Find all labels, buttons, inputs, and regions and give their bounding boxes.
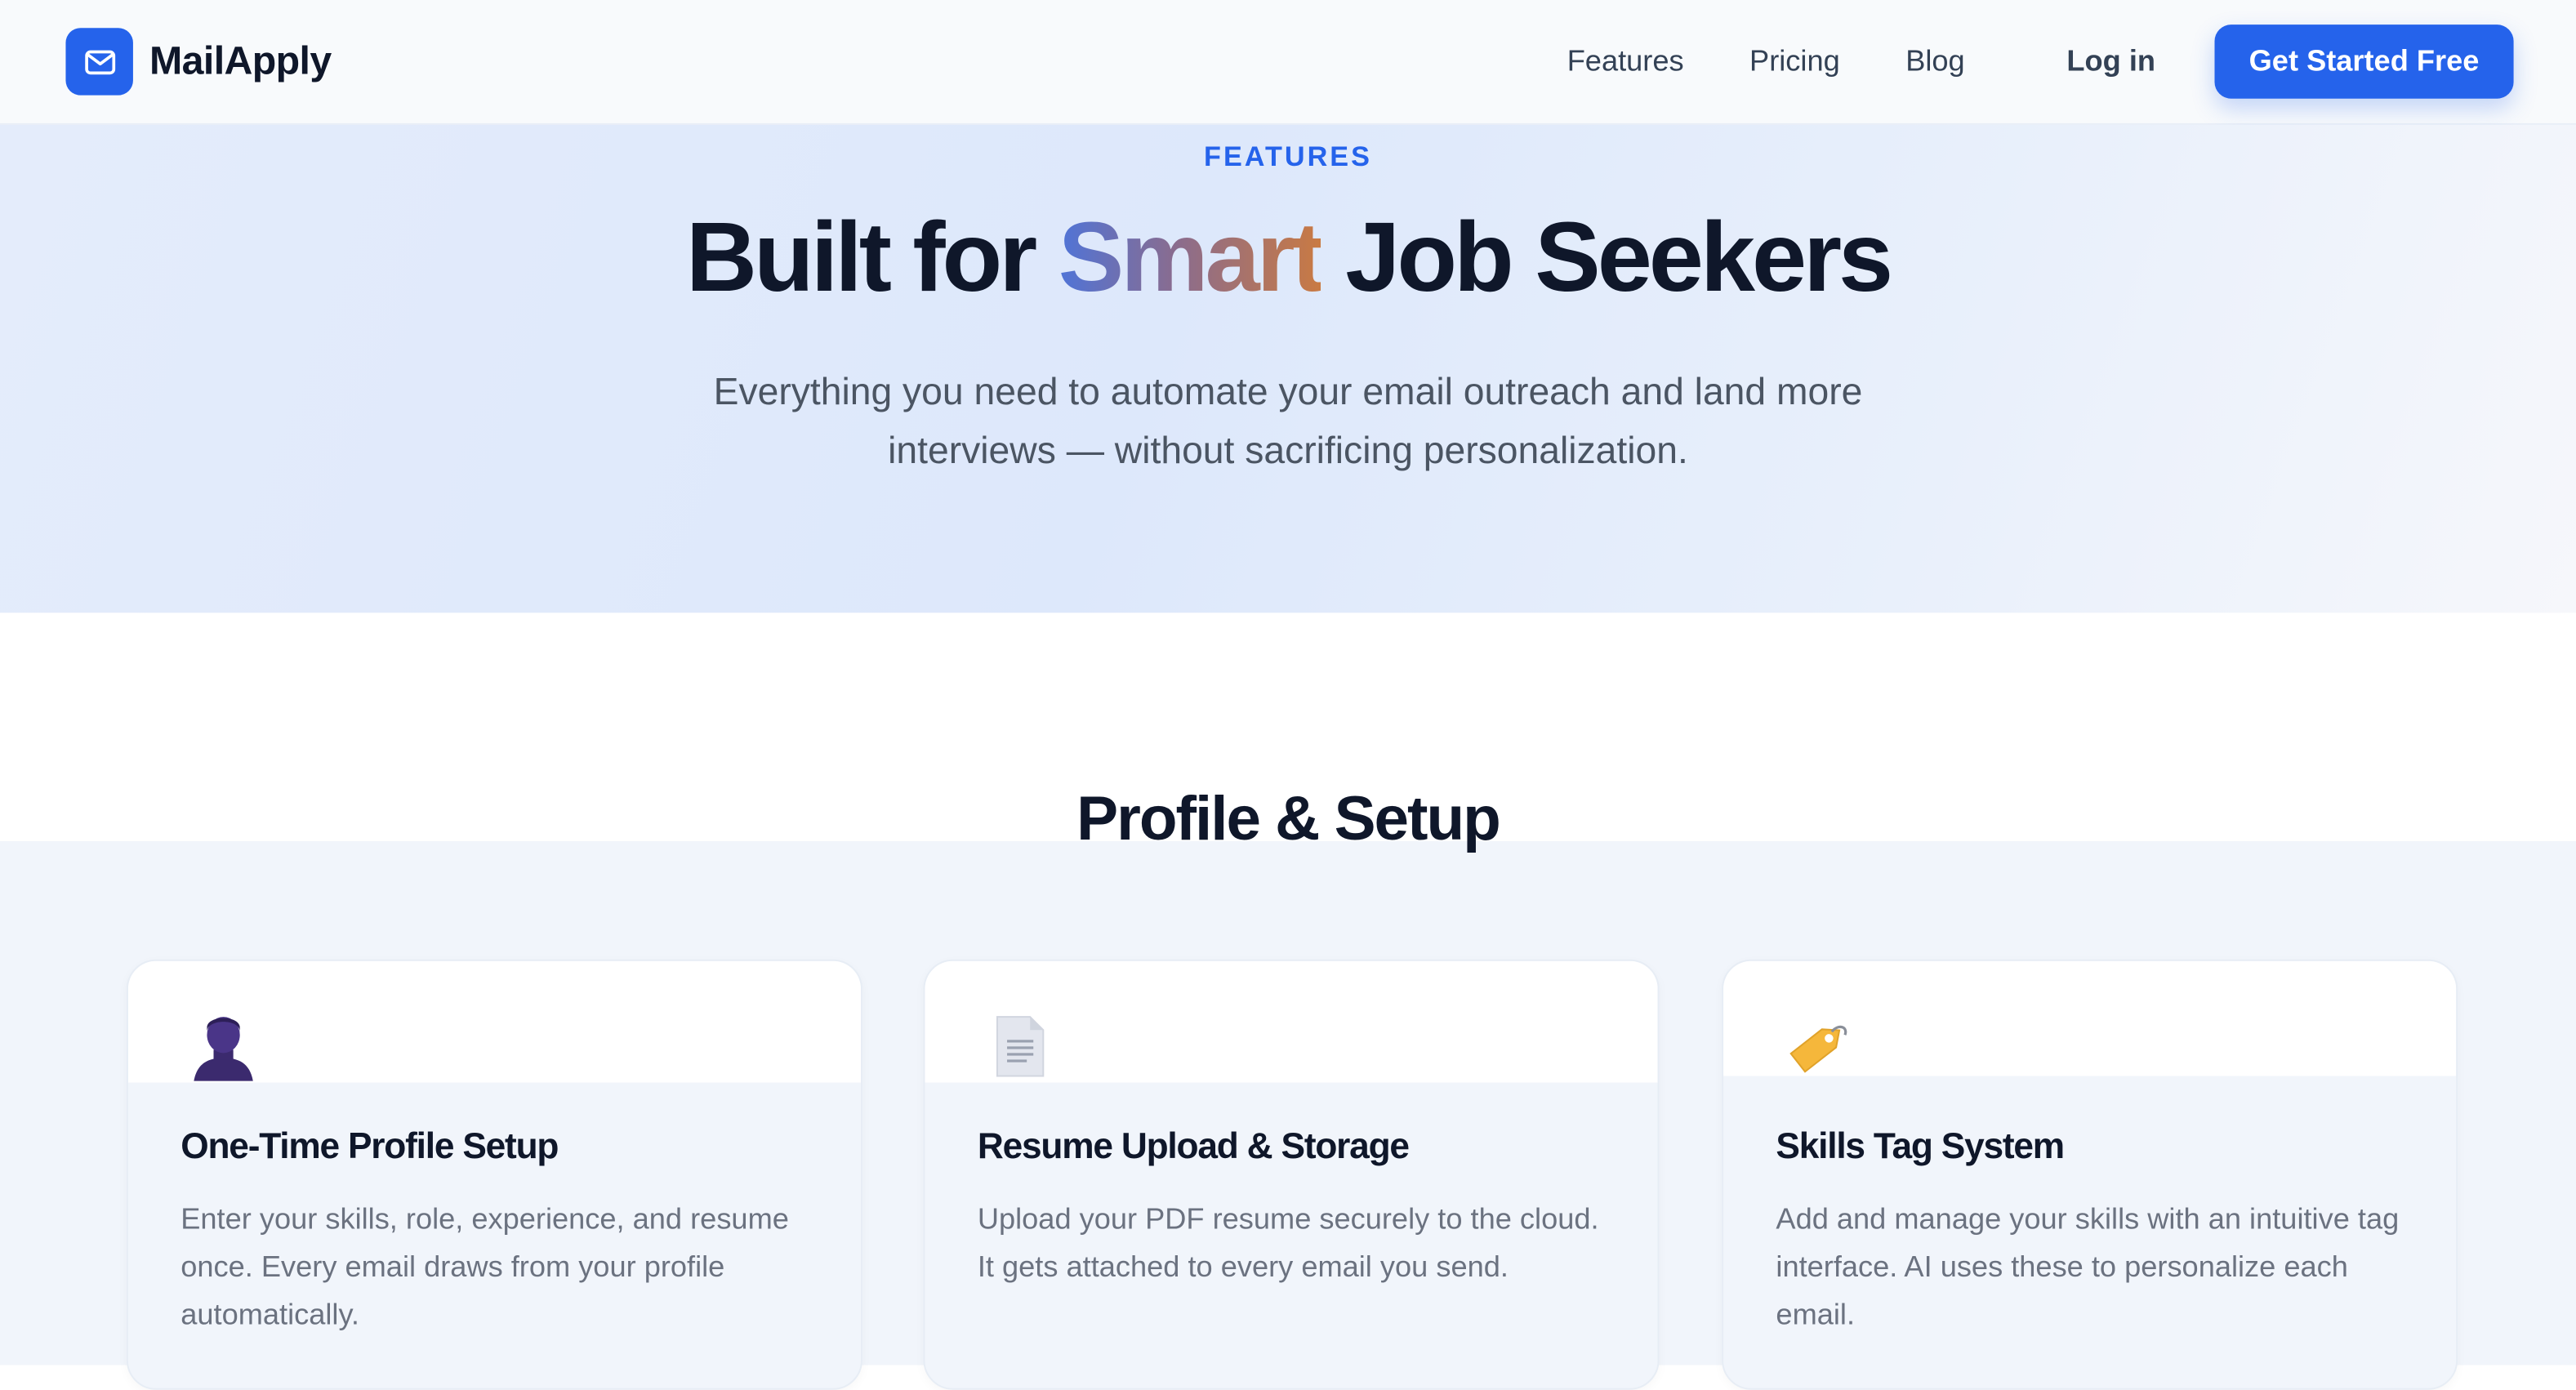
feature-card-skills: Skills Tag System Add and manage your sk… — [1722, 959, 2458, 1390]
nav-link-blog[interactable]: Blog — [1905, 44, 1964, 78]
hero-title-post: Job Seekers — [1321, 202, 1893, 313]
section-title: Profile & Setup — [1076, 785, 1501, 854]
card-description: Add and manage your skills with an intui… — [1776, 1202, 2400, 1331]
get-started-button[interactable]: Get Started Free — [2214, 25, 2514, 99]
nav-link-pricing[interactable]: Pricing — [1749, 44, 1840, 78]
nav-link-features[interactable]: Features — [1567, 44, 1684, 78]
card-title: One-Time Profile Setup — [180, 1125, 559, 1167]
card-title: Skills Tag System — [1776, 1125, 2065, 1167]
hero-title-pre: Built for — [685, 202, 1058, 313]
page: MailApply Features Pricing Blog Log in G… — [0, 0, 2576, 1390]
person-icon — [190, 1014, 256, 1091]
hero-section: FEATURES Built for Smart Job Seekers Eve… — [0, 124, 2576, 613]
brand-logo[interactable]: MailApply — [65, 28, 332, 96]
tag-icon — [1782, 1017, 1855, 1084]
hero-subtitle: Everything you need to automate your ema… — [713, 369, 1863, 472]
card-description: Enter your skills, role, experience, and… — [180, 1202, 789, 1331]
login-link[interactable]: Log in — [2066, 44, 2155, 78]
document-icon — [994, 1014, 1046, 1088]
card-description: Upload your PDF resume securely to the c… — [977, 1202, 1599, 1283]
card-title: Resume Upload & Storage — [977, 1125, 1410, 1167]
top-navbar: MailApply Features Pricing Blog Log in G… — [0, 0, 2576, 125]
feature-card-profile: One-Time Profile Setup Enter your skills… — [126, 959, 863, 1390]
hero-title: Built for Smart Job Seekers — [0, 200, 2576, 314]
feature-card-resume: Resume Upload & Storage Upload your PDF … — [923, 959, 1660, 1390]
hero-eyebrow: FEATURES — [1204, 140, 1372, 173]
nav-links: Features Pricing Blog Log in Get Started… — [1534, 25, 2514, 99]
hero-title-highlight: Smart — [1058, 202, 1325, 313]
mail-icon — [65, 28, 133, 96]
brand-name: MailApply — [149, 38, 332, 83]
